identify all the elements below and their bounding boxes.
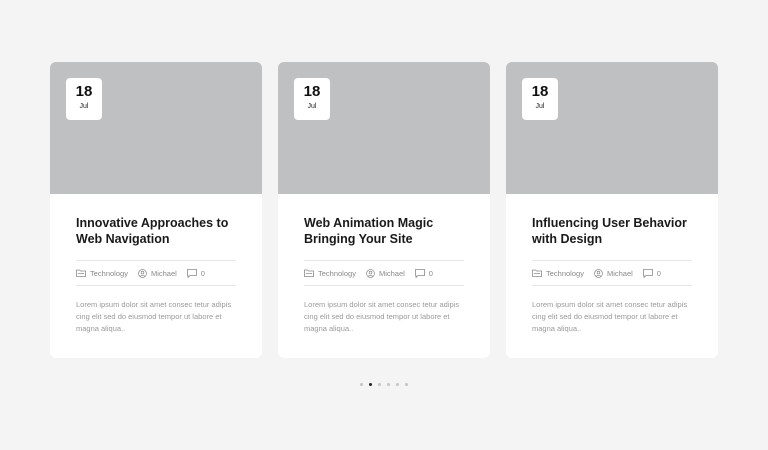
comment-icon — [414, 268, 425, 278]
post-title[interactable]: Influencing User Behavior with Design — [532, 216, 692, 248]
pagination-dot-5[interactable] — [396, 383, 399, 386]
author-label: Michael — [150, 268, 177, 278]
post-excerpt: Lorem ipsum dolor sit amet consec tetur … — [76, 300, 232, 333]
date-badge: 18 Jul — [294, 78, 330, 120]
folder-icon — [76, 269, 86, 277]
carousel-pagination — [0, 383, 768, 386]
post-title[interactable]: Innovative Approaches to Web Navigation — [76, 216, 236, 248]
post-meta: Technology Michael 0 — [76, 260, 236, 286]
date-month: Jul — [535, 103, 545, 110]
user-icon — [138, 268, 147, 278]
author-label: Michael — [606, 268, 633, 278]
category-label: Technology — [546, 268, 584, 278]
pagination-dot-2[interactable] — [369, 383, 372, 386]
category-label: Technology — [90, 268, 128, 278]
post-category[interactable]: Technology — [532, 269, 584, 278]
post-meta: Technology Michael 0 — [532, 260, 692, 286]
blog-card[interactable]: 18 Jul Innovative Approaches to Web Navi… — [50, 62, 262, 358]
pagination-dot-4[interactable] — [387, 383, 390, 386]
post-image-placeholder[interactable]: 18 Jul — [506, 62, 718, 194]
user-icon — [594, 268, 603, 278]
date-day: 18 — [303, 83, 321, 100]
post-comments[interactable]: 0 — [642, 268, 661, 278]
post-image-placeholder[interactable]: 18 Jul — [278, 62, 490, 194]
category-label: Technology — [318, 268, 356, 278]
user-icon — [366, 268, 375, 278]
date-day: 18 — [531, 83, 549, 100]
comment-count: 0 — [656, 268, 661, 278]
post-author[interactable]: Michael — [594, 269, 633, 278]
comment-icon — [642, 268, 653, 278]
post-category[interactable]: Technology — [76, 269, 128, 278]
pagination-dot-6[interactable] — [405, 383, 408, 386]
date-month: Jul — [307, 103, 317, 110]
post-comments[interactable]: 0 — [186, 268, 205, 278]
date-badge: 18 Jul — [66, 78, 102, 120]
comment-icon — [186, 268, 197, 278]
post-title[interactable]: Web Animation Magic Bringing Your Site — [304, 216, 464, 248]
blog-card[interactable]: 18 Jul Web Animation Magic Bringing Your… — [278, 62, 490, 358]
post-author[interactable]: Michael — [366, 269, 405, 278]
blog-card[interactable]: 18 Jul Influencing User Behavior with De… — [506, 62, 718, 358]
pagination-dot-1[interactable] — [360, 383, 363, 386]
date-day: 18 — [75, 83, 93, 100]
date-month: Jul — [79, 103, 89, 110]
post-image-placeholder[interactable]: 18 Jul — [50, 62, 262, 194]
pagination-dot-3[interactable] — [378, 383, 381, 386]
post-excerpt: Lorem ipsum dolor sit amet consec tetur … — [304, 300, 460, 333]
blog-post-carousel: 18 Jul Innovative Approaches to Web Navi… — [50, 62, 718, 358]
folder-icon — [532, 269, 542, 277]
comment-count: 0 — [428, 268, 433, 278]
post-comments[interactable]: 0 — [414, 268, 433, 278]
date-badge: 18 Jul — [522, 78, 558, 120]
post-meta: Technology Michael 0 — [304, 260, 464, 286]
comment-count: 0 — [200, 268, 205, 278]
folder-icon — [304, 269, 314, 277]
author-label: Michael — [378, 268, 405, 278]
post-excerpt: Lorem ipsum dolor sit amet consec tetur … — [532, 300, 688, 333]
post-author[interactable]: Michael — [138, 269, 177, 278]
post-category[interactable]: Technology — [304, 269, 356, 278]
